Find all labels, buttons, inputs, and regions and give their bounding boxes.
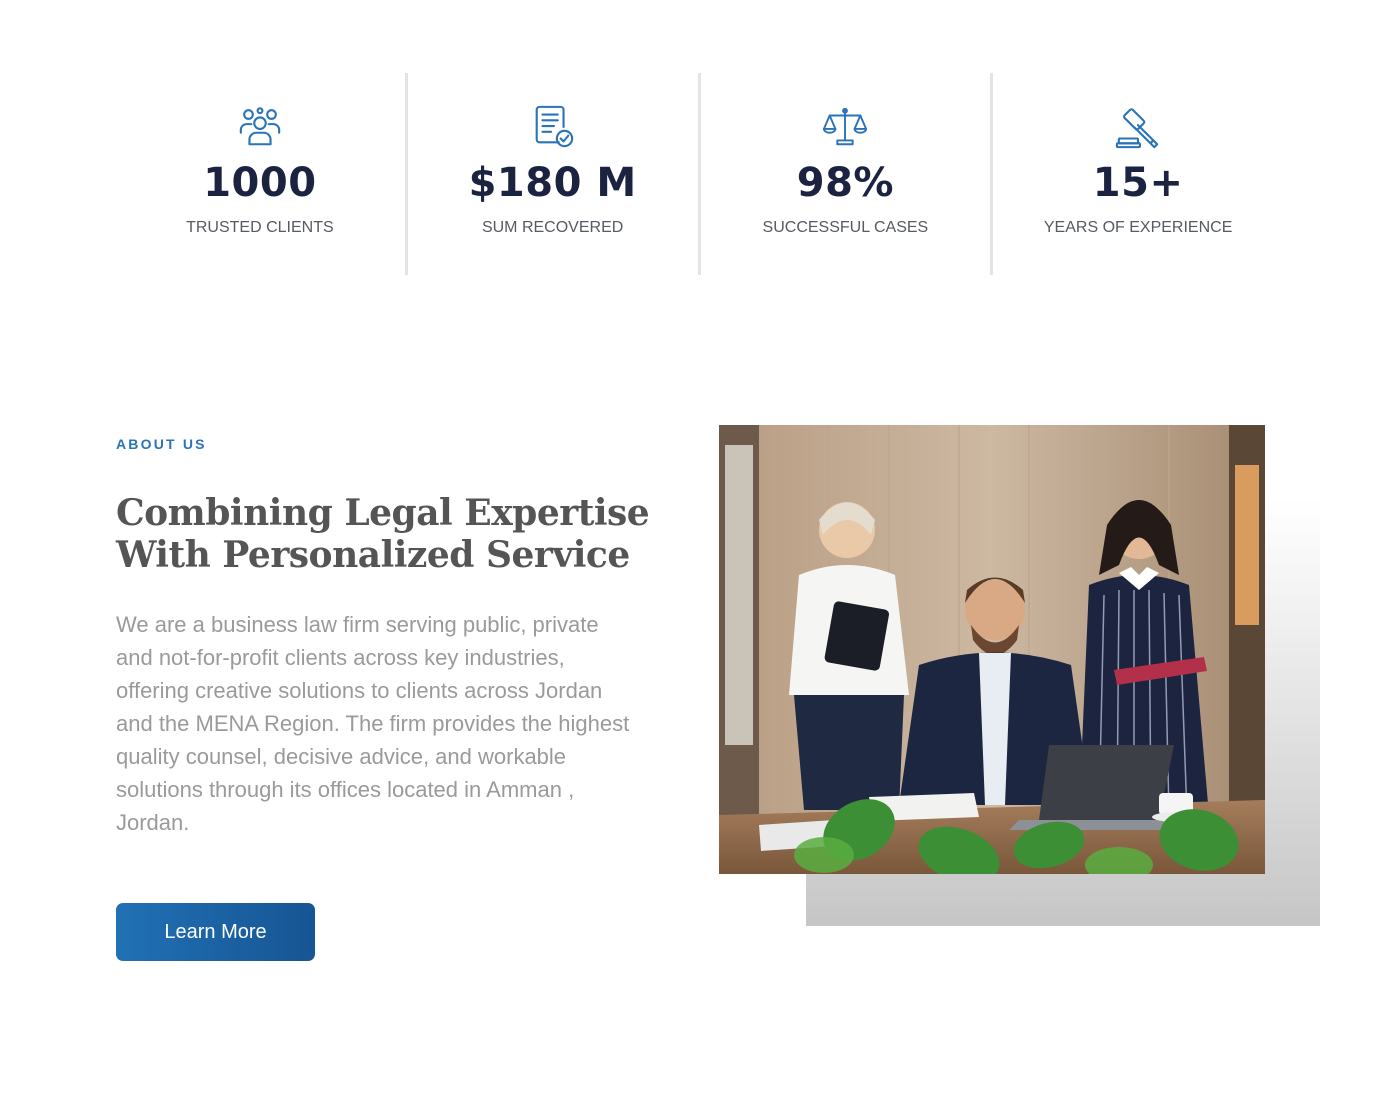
- stat-value: 15+: [1092, 160, 1184, 206]
- stat-value: 98%: [796, 160, 894, 206]
- stat-years-experience: 15+ YEARS OF EXPERIENCE: [990, 73, 1283, 275]
- stat-value: 1000: [203, 160, 317, 206]
- stat-sum-recovered: $180 M SUM RECOVERED: [404, 73, 698, 275]
- stat-value: $180 M: [468, 160, 637, 206]
- page: 1000 TRUSTED CLIENTS $180 M SUM RECOVERE…: [0, 0, 1393, 1105]
- stat-label: SUM RECOVERED: [481, 219, 624, 236]
- learn-more-button[interactable]: Learn More: [116, 903, 315, 961]
- stat-successful-cases: 98% SUCCESSFUL CASES: [697, 73, 991, 275]
- stat-label: SUCCESSFUL CASES: [762, 219, 929, 236]
- gavel-icon: [1115, 103, 1161, 151]
- stat-label: TRUSTED CLIENTS: [186, 219, 334, 236]
- section-title: Combining Legal Expertise With Personali…: [116, 492, 650, 576]
- stats-row: 1000 TRUSTED CLIENTS $180 M SUM RECOVERE…: [115, 73, 1283, 275]
- users-icon: [237, 103, 283, 151]
- stat-trusted-clients: 1000 TRUSTED CLIENTS: [115, 73, 405, 275]
- scales-of-justice-icon: [822, 103, 868, 151]
- document-check-icon: [530, 103, 576, 151]
- section-description: We are a business law firm serving publi…: [116, 612, 630, 835]
- section-eyebrow: ABOUT US: [116, 436, 207, 452]
- team-photo: [719, 425, 1265, 874]
- stat-label: YEARS OF EXPERIENCE: [1043, 219, 1233, 236]
